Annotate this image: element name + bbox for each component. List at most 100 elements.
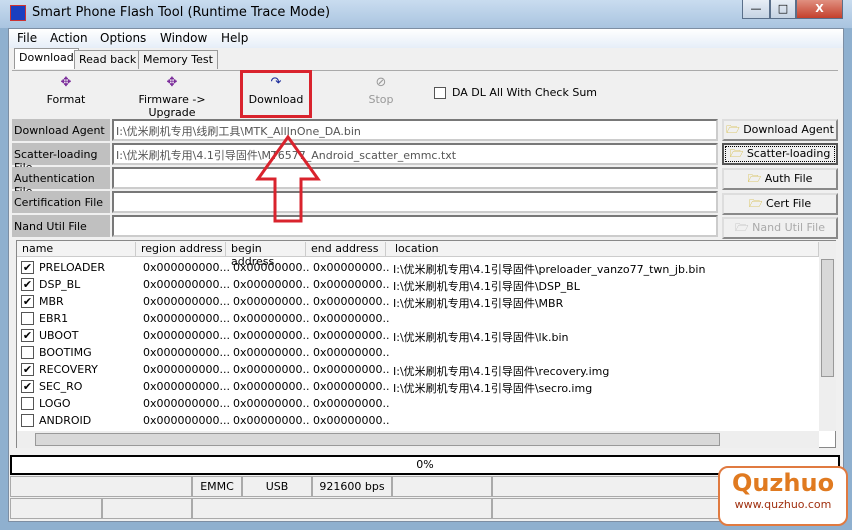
menu-options[interactable]: Options [100,31,146,45]
menu-window[interactable]: Window [160,31,207,45]
row-checkbox[interactable] [21,312,34,325]
row-checkbox[interactable]: ✔ [21,363,34,376]
row-checkbox[interactable]: ✔ [21,295,34,308]
menu-help[interactable]: Help [221,31,248,45]
folder-icon: 🗁 [729,147,744,160]
tab-read-back[interactable]: Read back [74,50,142,69]
table-row[interactable]: ✔ DSP_BL 0x000000000... 0x00000000... 0x0000… [17,276,819,293]
row-checkbox[interactable] [21,346,34,359]
table-row[interactable]: ✔ RECOVERY 0x000000000... 0x00000000... 0x00… [17,361,819,378]
nand-util-button[interactable]: 🗁 Nand Util File [722,217,838,239]
table-row[interactable]: LOGO 0x000000000... 0x00000000... 0x0000000… [17,395,819,412]
table-row[interactable]: BOOTIMG 0x000000000... 0x00000000... 0x0000… [17,344,819,361]
table-row[interactable]: ANDROID 0x000000000... 0x00000000... 0x0000… [17,412,819,429]
row-checkbox[interactable] [21,397,34,410]
stop-button[interactable]: ⊘ Stop [362,76,400,107]
status-cell [10,476,192,497]
menu-action[interactable]: Action [50,31,88,45]
cell-region: 0x000000000... [143,414,229,427]
auth-file-input[interactable] [112,167,718,189]
format-label: Format [46,93,86,106]
table-row[interactable]: ✔ UBOOT 0x000000000... 0x00000000... 0x00000… [17,327,819,344]
close-button[interactable]: X [796,0,843,19]
cell-begin: 0x00000000... [233,312,309,325]
button-label: Nand Util File [752,221,825,234]
firmware-icon: ✥ [166,75,178,90]
horizontal-scrollbar[interactable] [17,431,819,448]
cell-begin: 0x00000000... [233,397,309,410]
firmware-upgrade-button[interactable]: ✥ Firmware -> Upgrade [116,75,228,120]
cell-end: 0x00000000... [313,329,389,342]
app-icon [10,5,26,21]
cell-end: 0x00000000... [313,363,389,376]
scroll-thumb[interactable] [35,433,720,446]
cert-file-input[interactable] [112,191,718,213]
col-region[interactable]: region address [136,242,226,256]
cell-end: 0x00000000... [313,261,389,274]
download-agent-button[interactable]: 🗁 Download Agent [722,119,838,141]
col-name[interactable]: name [17,242,136,256]
cell-region: 0x000000000... [143,363,229,376]
format-button[interactable]: ✥ Format [40,76,92,107]
table-row[interactable]: EBR1 0x000000000... 0x00000000... 0x0000000… [17,310,819,327]
minimize-button[interactable]: — [742,0,770,19]
row-checkbox[interactable]: ✔ [21,380,34,393]
tab-memory-test[interactable]: Memory Test [138,50,218,69]
firmware-upgrade-label: Firmware -> Upgrade [138,93,206,119]
table-row[interactable]: ✔ PRELOADER 0x000000000... 0x00000000... 0x0… [17,259,819,276]
cell-location: I:\优米刷机专用\4.1引导固件\recovery.img [393,365,610,378]
cell-name: EBR1 [39,312,69,325]
cell-end: 0x00000000... [313,312,389,325]
cell-begin: 0x00000000... [233,414,309,427]
auth-file-button[interactable]: 🗁 Auth File [722,168,838,190]
cell-region: 0x000000000... [143,329,229,342]
table-row[interactable]: ✔ MBR 0x000000000... 0x00000000... 0x0000000… [17,293,819,310]
row-checkbox[interactable] [21,414,34,427]
cell-name: PRELOADER [39,261,106,274]
cell-region: 0x000000000... [143,278,229,291]
table-row[interactable]: ✔ SEC_RO 0x000000000... 0x00000000... 0x0000… [17,378,819,395]
col-location[interactable]: location [386,242,819,256]
cell-name: RECOVERY [39,363,98,376]
tab-download[interactable]: Download [14,48,79,69]
row-checkbox[interactable]: ✔ [21,278,34,291]
scatter-file-label: Scatter-loading File [12,143,110,174]
scatter-file-input[interactable]: I:\优米刷机专用\4.1引导固件\MT6577_Android_scatter… [112,143,718,165]
table-header: name region address begin address end ad… [17,241,819,268]
status-interface: USB [242,476,312,497]
cell-begin: 0x00000000... [233,346,309,359]
menu-file[interactable]: File [17,31,37,45]
button-label: Download Agent [743,123,834,136]
cert-file-label: Certification File [12,191,110,213]
cell-name: LOGO [39,397,71,410]
watermark-url: www.quzhuo.com [734,498,832,511]
window-title: Smart Phone Flash Tool (Runtime Trace Mo… [32,5,331,20]
folder-icon: 🗁 [735,221,749,234]
scroll-thumb[interactable] [821,259,834,377]
auth-file-label: Authentication File [12,167,110,198]
col-end[interactable]: end address [306,242,386,256]
cell-end: 0x00000000... [313,346,389,359]
cert-file-button[interactable]: 🗁 Cert File [722,193,838,215]
maximize-button[interactable]: □ [770,0,796,19]
vertical-scrollbar[interactable] [819,241,836,431]
cell-begin: 0x00000000... [233,261,309,274]
cell-end: 0x00000000... [313,414,389,427]
cell-location: I:\优米刷机专用\4.1引导固件\DSP_BL [393,280,580,293]
cell-begin: 0x00000000... [233,380,309,393]
row-checkbox[interactable]: ✔ [21,329,34,342]
cell-name: SEC_RO [39,380,83,393]
nand-util-input[interactable] [112,215,718,237]
row-checkbox[interactable]: ✔ [21,261,34,274]
cell-begin: 0x00000000... [233,363,309,376]
checksum-checkbox[interactable] [434,87,446,99]
arrow-annotation [255,134,321,223]
cell-begin: 0x00000000... [233,278,309,291]
scatter-loading-button[interactable]: 🗁 Scatter-loading [722,143,838,165]
progress-bar: 0% [10,455,840,475]
col-begin[interactable]: begin address [226,242,306,268]
nand-util-label: Nand Util File [12,215,110,237]
download-agent-input[interactable]: I:\优米刷机专用\线刷工具\MTK_AllInOne_DA.bin [112,119,718,141]
cell-name: ANDROID [39,414,92,427]
cell-begin: 0x00000000... [233,329,309,342]
